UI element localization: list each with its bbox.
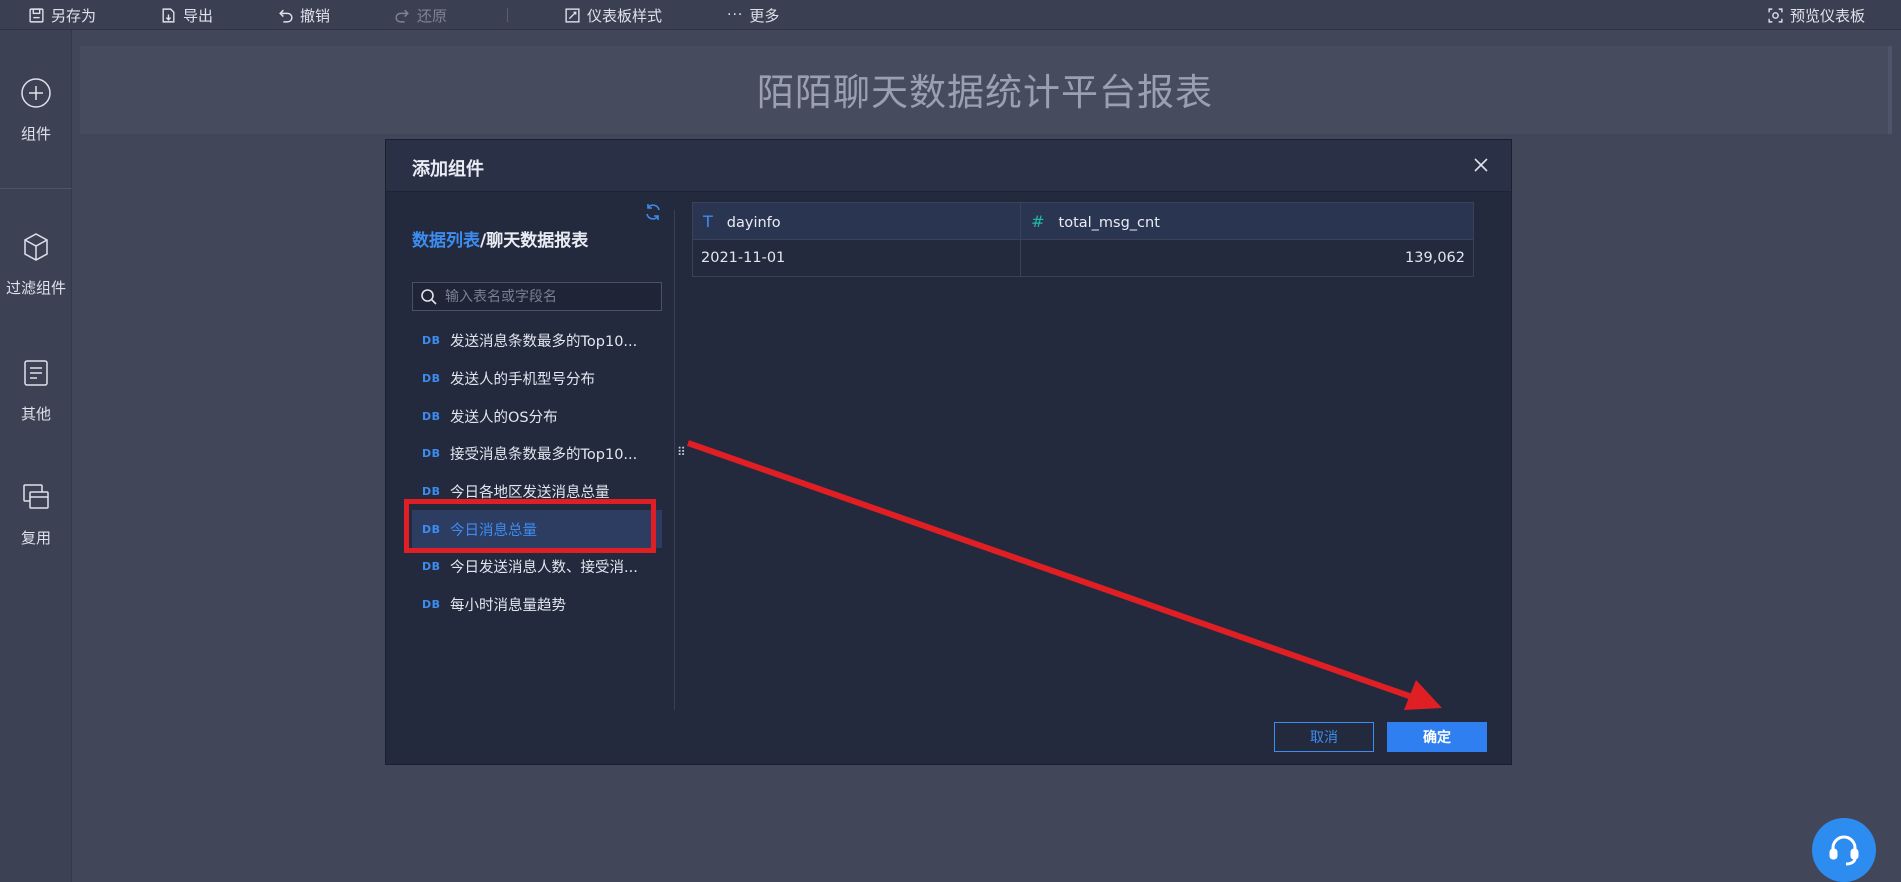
db-icon: DB: [422, 598, 441, 612]
toolbar-divider: [507, 8, 508, 22]
list-item[interactable]: DB 发送消息条数最多的Top10...: [412, 322, 662, 360]
plus-circle-icon: [21, 78, 51, 108]
table-header: Tdayinfo: [691, 202, 1022, 240]
ellipsis-icon: ···: [727, 7, 744, 23]
export-label: 导出: [183, 6, 214, 25]
sidebar-item-label: 组件: [20, 125, 51, 143]
cancel-button[interactable]: 取消: [1274, 722, 1374, 752]
dashboard-title: 陌陌聊天数据统计平台报表: [757, 71, 1213, 114]
preview-icon: [1768, 7, 1783, 23]
export-button[interactable]: 导出: [160, 0, 213, 30]
add-component-dialog: 添加组件 数据列表/聊天数据报表 DB 发送消息条数最多的Top10... DB 发…: [385, 139, 1512, 765]
number-type-icon: #: [1031, 211, 1045, 231]
toolbar: 另存为 导出 撤销 还原 仪表板样式 ··· 更多 预览仪表板: [0, 0, 1901, 30]
save-as-label: 另存为: [51, 6, 97, 25]
sidebar-item-other[interactable]: 其他: [0, 357, 72, 424]
sidebar-item-reuse[interactable]: 复用: [0, 481, 72, 548]
dataset-list: DB 发送消息条数最多的Top10... DB 发送人的手机型号分布 DB 发送人的O…: [412, 322, 662, 624]
undo-icon: [279, 9, 293, 23]
db-icon: DB: [422, 485, 441, 499]
sidebar-item-filter-components[interactable]: 过滤组件: [0, 231, 72, 298]
list-item-label: 发送人的手机型号分布: [450, 372, 595, 389]
style-icon: [565, 7, 580, 23]
breadcrumb: 数据列表/聊天数据报表: [412, 226, 588, 251]
sidebar-item-label: 过滤组件: [5, 279, 66, 297]
search-icon: [421, 289, 437, 305]
breadcrumb-current: 聊天数据报表: [486, 231, 589, 251]
db-icon: DB: [422, 372, 441, 386]
table-row: 2021-11-01 139,062: [691, 239, 1474, 277]
preview-dashboard-button[interactable]: 预览仪表板: [1767, 0, 1865, 30]
sidebar-item-label: 其他: [20, 405, 51, 423]
confirm-button[interactable]: 确定: [1387, 722, 1487, 752]
cube-icon: [24, 233, 48, 261]
list-item[interactable]: DB 每小时消息量趋势: [412, 586, 662, 624]
document-icon: [24, 360, 48, 386]
sidebar-item-components[interactable]: 组件: [0, 77, 72, 144]
db-icon: DB: [422, 409, 441, 423]
table-cell: 139,062: [1020, 239, 1474, 277]
breadcrumb-data-list-link[interactable]: 数据列表: [412, 231, 480, 251]
db-icon: DB: [422, 447, 441, 461]
column-name: total_msg_cnt: [1058, 214, 1160, 231]
left-sidebar: 组件 过滤组件 其他 复用: [0, 30, 72, 882]
save-icon: [29, 7, 44, 23]
dashboard-style-button[interactable]: 仪表板样式: [564, 0, 662, 30]
more-button[interactable]: ··· 更多: [727, 0, 779, 30]
close-icon[interactable]: [1471, 155, 1491, 175]
undo-label: 撤销: [300, 6, 331, 25]
sidebar-item-label: 复用: [20, 529, 51, 547]
table-header: # total_msg_cnt: [1020, 202, 1474, 240]
list-item-label: 今日发送消息人数、接受消...: [450, 560, 638, 577]
list-item[interactable]: DB 发送人的OS分布: [412, 397, 662, 435]
dialog-title: 添加组件: [412, 159, 484, 180]
db-icon: DB: [422, 334, 441, 348]
list-item[interactable]: DB 今日发送消息人数、接受消...: [412, 548, 662, 586]
more-label: 更多: [749, 6, 780, 25]
export-icon: [162, 7, 175, 23]
list-item[interactable]: DB 发送人的手机型号分布: [412, 360, 662, 398]
save-as-button[interactable]: 另存为: [28, 0, 96, 30]
table-cell: 2021-11-01: [691, 239, 1022, 277]
canvas-scrollbar[interactable]: [1888, 46, 1892, 134]
headset-icon: [1829, 835, 1859, 866]
selection-highlight-box: [404, 499, 656, 553]
layers-icon: [23, 484, 49, 509]
dashboard-style-label: 仪表板样式: [587, 6, 663, 25]
redo-icon: [395, 9, 409, 23]
customer-service-button[interactable]: [1812, 818, 1876, 882]
list-item-label: 发送人的OS分布: [450, 409, 558, 426]
list-item-label: 接受消息条数最多的Top10...: [450, 447, 638, 464]
text-type-icon: T: [703, 211, 713, 231]
sidebar-divider: [0, 188, 72, 189]
preview-label: 预览仪表板: [1790, 6, 1866, 25]
data-preview-table: Tdayinfo # total_msg_cnt 2021-11-01 139,0…: [691, 202, 1474, 277]
dataset-search[interactable]: [412, 282, 662, 311]
search-input[interactable]: [445, 283, 655, 310]
db-icon: DB: [422, 560, 441, 574]
redo-button[interactable]: 还原: [394, 0, 447, 30]
dialog-header: 添加组件: [386, 140, 1511, 192]
list-item-label: 每小时消息量趋势: [450, 598, 566, 615]
undo-button[interactable]: 撤销: [277, 0, 330, 30]
panel-divider: [674, 210, 675, 710]
refresh-icon[interactable]: [643, 202, 663, 222]
redo-label: 还原: [417, 6, 448, 25]
list-item[interactable]: DB 接受消息条数最多的Top10...: [412, 435, 662, 473]
drag-handle-icon[interactable]: ⠿: [677, 445, 686, 459]
dashboard-title-block[interactable]: 陌陌聊天数据统计平台报表: [80, 46, 1890, 134]
list-item-label: 发送消息条数最多的Top10...: [450, 334, 638, 351]
column-name: dayinfo: [726, 214, 781, 231]
